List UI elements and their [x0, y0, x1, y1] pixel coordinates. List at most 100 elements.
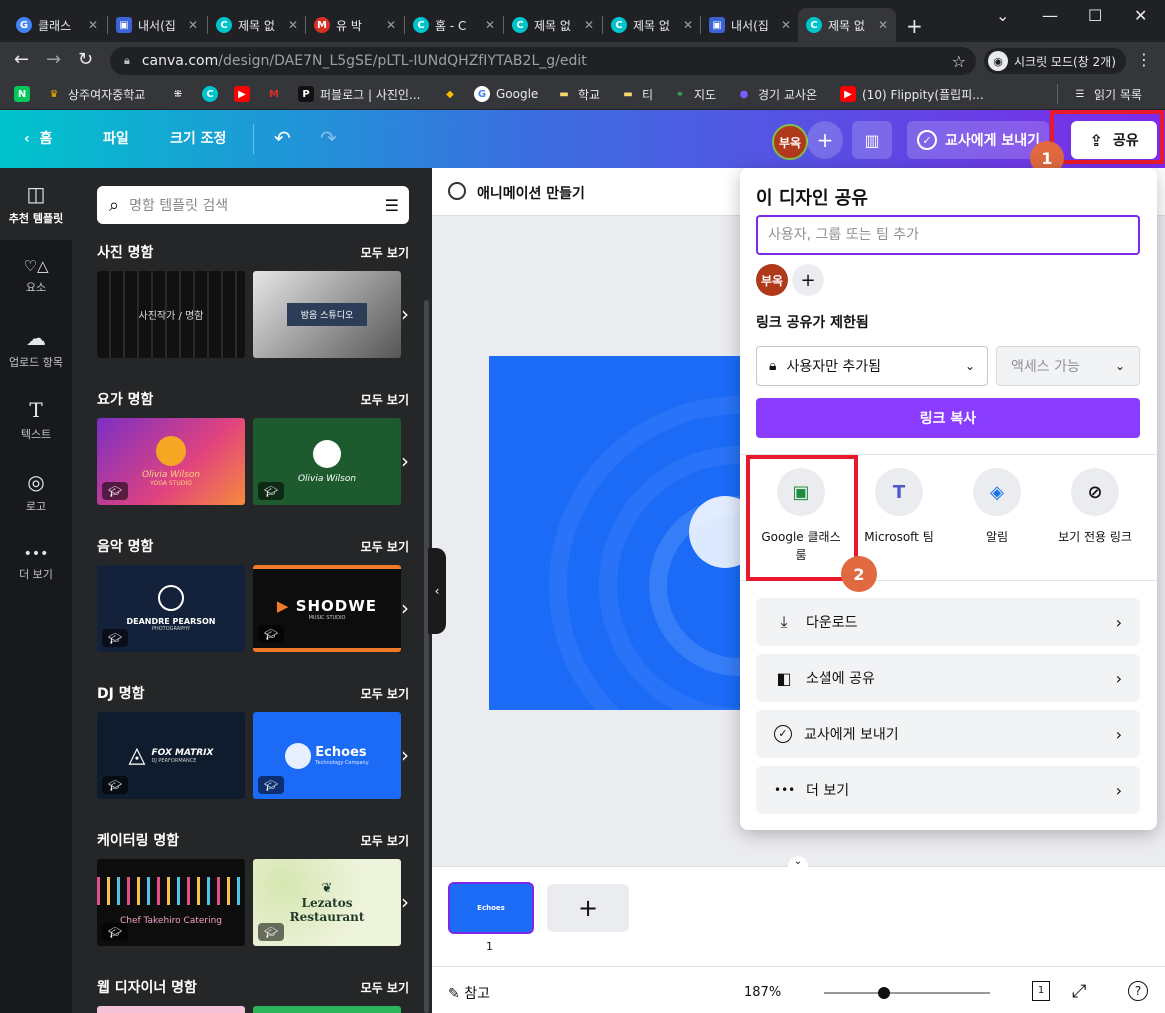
- chevron-right-icon[interactable]: ›: [401, 890, 409, 914]
- bookmark-item[interactable]: ▶: [234, 84, 256, 104]
- template-thumbnail[interactable]: 사진작가 / 명함: [97, 271, 245, 358]
- avatar[interactable]: 부옥: [756, 264, 788, 296]
- close-icon[interactable]: ✕: [188, 18, 198, 32]
- template-thumbnail[interactable]: ❦ Lezatos Restaurant 🎓︎: [253, 859, 401, 946]
- page-thumbnail[interactable]: Echoes: [448, 882, 534, 934]
- bookmark-item[interactable]: ⌖ 지도: [672, 84, 716, 104]
- template-thumbnail[interactable]: DEANDRE PEARSON PHOTOGRAPHY 🎓︎: [97, 565, 245, 652]
- browser-tab[interactable]: C 제목 없 ✕: [208, 8, 306, 42]
- close-icon[interactable]: ✕: [781, 18, 791, 32]
- collapse-tabs-icon[interactable]: ⌄: [996, 6, 1009, 25]
- template-thumbnail[interactable]: Olivia Wilson YOGA STUDIO 🎓︎: [97, 418, 245, 505]
- browser-menu-icon[interactable]: ⋮: [1136, 50, 1152, 69]
- chevron-right-icon[interactable]: ›: [401, 743, 409, 767]
- nav-elements[interactable]: ♡△ 요소: [0, 240, 72, 312]
- share-view-only-link[interactable]: ⊘ 보기 전용 링크: [1045, 468, 1145, 546]
- back-arrow-icon[interactable]: ←: [14, 49, 29, 70]
- minimize-button[interactable]: —: [1042, 6, 1058, 25]
- bookmark-star-icon[interactable]: ☆: [952, 52, 966, 71]
- see-all-link[interactable]: 모두 보기: [361, 538, 409, 555]
- animate-icon[interactable]: [448, 182, 466, 200]
- close-icon[interactable]: ✕: [683, 18, 693, 32]
- see-all-link[interactable]: 모두 보기: [361, 979, 409, 996]
- add-collaborator-button[interactable]: +: [807, 121, 843, 159]
- help-button[interactable]: ?: [1128, 981, 1148, 1001]
- browser-tab[interactable]: C 제목 없 ✕: [603, 8, 701, 42]
- bookmark-item[interactable]: ⁜: [170, 84, 192, 104]
- more-options[interactable]: ••• 더 보기 ›: [756, 766, 1140, 814]
- template-thumbnail[interactable]: 밤음 스튜디오: [253, 271, 401, 358]
- nav-text[interactable]: T 텍스트: [0, 384, 72, 456]
- bookmark-item[interactable]: C: [202, 84, 224, 104]
- close-icon[interactable]: ✕: [485, 18, 495, 32]
- close-icon[interactable]: ✕: [878, 18, 888, 32]
- browser-tab[interactable]: ▣ 내서(집 ✕: [701, 8, 799, 42]
- copy-link-button[interactable]: 링크 복사: [756, 398, 1140, 438]
- see-all-link[interactable]: 모두 보기: [361, 244, 409, 261]
- browser-tab-active[interactable]: C 제목 없 ✕: [798, 8, 896, 42]
- zoom-slider[interactable]: [824, 992, 990, 994]
- bookmark-item[interactable]: ● 경기 교사온: [736, 84, 817, 104]
- panel-scrollbar[interactable]: [424, 300, 429, 1013]
- zoom-slider-handle[interactable]: [878, 987, 890, 999]
- fullscreen-icon[interactable]: ⤢: [1072, 981, 1086, 1002]
- share-microsoft-teams[interactable]: T Microsoft 팀: [849, 468, 949, 546]
- filter-icon[interactable]: ☰: [385, 196, 399, 215]
- share-people-field[interactable]: [768, 227, 1138, 243]
- address-bar[interactable]: 🔒︎ canva.com/design/DAE7N_L5gSE/pLTL-IUN…: [110, 47, 976, 75]
- reload-icon[interactable]: ↻: [78, 49, 93, 70]
- share-people-input[interactable]: [756, 215, 1140, 255]
- send-to-teacher-button[interactable]: ✓ 교사에게 보내기: [907, 121, 1049, 159]
- redo-icon[interactable]: ↷: [320, 126, 337, 150]
- template-thumbnail[interactable]: Echoes Technology Company 🎓︎: [253, 712, 401, 799]
- access-level-select[interactable]: 액세스 가능 ⌄: [996, 346, 1140, 386]
- bookmark-item[interactable]: ▬ 티: [620, 84, 653, 104]
- see-all-link[interactable]: 모두 보기: [361, 391, 409, 408]
- incognito-indicator[interactable]: ◉ 시크릿 모드(창 2개): [984, 48, 1126, 74]
- nav-uploads[interactable]: ☁ 업로드 항목: [0, 312, 72, 384]
- new-tab-button[interactable]: +: [906, 14, 923, 38]
- home-button[interactable]: ‹ 홈: [24, 128, 52, 148]
- browser-tab[interactable]: G 클래스 ✕: [8, 8, 106, 42]
- collapse-panel-button[interactable]: ‹: [428, 548, 446, 634]
- close-icon[interactable]: ✕: [584, 18, 594, 32]
- bookmark-item[interactable]: ▬ 학교: [556, 84, 600, 104]
- add-page-button[interactable]: +: [547, 884, 629, 932]
- template-thumbnail[interactable]: Chef Takehiro Catering 🎓︎: [97, 859, 245, 946]
- nav-logo[interactable]: ◎ 로고: [0, 456, 72, 528]
- see-all-link[interactable]: 모두 보기: [361, 685, 409, 702]
- browser-tab[interactable]: M 유 박 ✕: [306, 8, 404, 42]
- page-count-button[interactable]: 1: [1032, 981, 1050, 1001]
- close-icon[interactable]: ✕: [386, 18, 396, 32]
- bookmark-item[interactable]: ▶ (10) Flippity(플립피...: [840, 84, 984, 104]
- template-thumbnail[interactable]: [253, 1006, 401, 1013]
- bookmark-item[interactable]: M: [266, 84, 288, 104]
- bookmark-item[interactable]: G Google: [474, 84, 538, 104]
- template-thumbnail[interactable]: ◬ FOX MATRIX DJ PERFORMANCE 🎓︎: [97, 712, 245, 799]
- chevron-right-icon[interactable]: ›: [401, 596, 409, 620]
- browser-tab[interactable]: C 제목 없 ✕: [504, 8, 602, 42]
- browser-tab[interactable]: ▣ 내서(집 ✕: [108, 8, 206, 42]
- template-thumbnail[interactable]: [97, 1006, 245, 1013]
- send-teacher-option[interactable]: ✓ 교사에게 보내기 ›: [756, 710, 1140, 758]
- nav-templates[interactable]: ◫ 추천 템플릿: [0, 168, 72, 240]
- notes-button[interactable]: ✎ 참고: [448, 983, 490, 1003]
- close-icon[interactable]: ✕: [88, 18, 98, 32]
- resize-button[interactable]: 크기 조정: [170, 128, 226, 148]
- zoom-level[interactable]: 187%: [744, 985, 781, 1000]
- maximize-button[interactable]: ☐: [1088, 6, 1102, 25]
- browser-tab[interactable]: C 홈 - C ✕: [405, 8, 503, 42]
- download-option[interactable]: ⤓ 다운로드 ›: [756, 598, 1140, 646]
- link-restriction-select[interactable]: 🔒︎ 사용자만 추가됨 ⌄: [756, 346, 988, 386]
- bookmark-item[interactable]: P 퍼블로그 | 사진인...: [298, 84, 420, 104]
- bookmark-item[interactable]: ◆: [442, 84, 464, 104]
- bookmark-item[interactable]: ♛ 상주여자중학교: [46, 84, 146, 104]
- add-person-button[interactable]: +: [792, 264, 824, 296]
- design-page[interactable]: [489, 356, 741, 710]
- chevron-right-icon[interactable]: ›: [401, 449, 409, 473]
- forward-arrow-icon[interactable]: →: [46, 49, 61, 70]
- file-menu-button[interactable]: 파일: [103, 128, 129, 148]
- undo-icon[interactable]: ↶: [274, 126, 291, 150]
- reading-list[interactable]: ☰ 읽기 목록: [1072, 84, 1142, 104]
- template-thumbnail[interactable]: Olivia Wilson 🎓︎: [253, 418, 401, 505]
